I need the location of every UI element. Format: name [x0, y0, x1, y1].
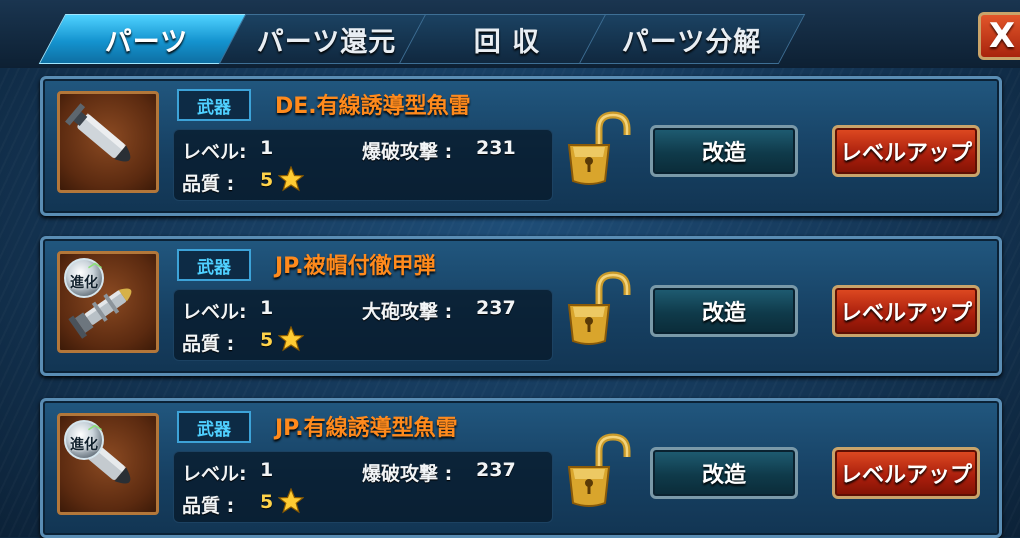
category-badge: 武器	[177, 89, 251, 121]
stats-box: レベル: 1 大砲攻撃 : 237 品質 : 5	[173, 289, 553, 361]
quality-value: 5	[260, 329, 274, 351]
modify-button[interactable]: 改造	[650, 447, 798, 499]
close-button[interactable]: X	[978, 12, 1020, 60]
level-up-label: レベルアップ	[839, 301, 972, 326]
tab-label: 回 収	[473, 26, 541, 58]
level-label: レベル:	[182, 301, 247, 323]
stat-value: 231	[476, 137, 516, 159]
unlocked-padlock-icon[interactable]	[563, 271, 633, 347]
level-up-button[interactable]: レベルアップ	[832, 447, 980, 499]
modify-button[interactable]: 改造	[650, 125, 798, 177]
star-icon	[278, 488, 304, 514]
category-badge: 武器	[177, 249, 251, 281]
tab-bar: パーツ パーツ還元 回 収 パーツ分解 X	[0, 0, 1020, 68]
part-card[interactable]: 進化 ︿ 武器 JP.有線誘導型魚雷 レベル: 1 爆破攻撃 : 237 品質 …	[40, 398, 1002, 538]
part-card[interactable]: 武器 DE.有線誘導型魚雷 レベル: 1 爆破攻撃 : 231 品質 : 5 改…	[40, 76, 1002, 216]
part-thumbnail[interactable]: 進化 ︿	[57, 413, 159, 515]
modify-label: 改造	[701, 463, 746, 488]
level-up-button[interactable]: レベルアップ	[832, 125, 980, 177]
stat-label: 爆破攻撃 :	[362, 463, 453, 485]
level-label: レベル:	[182, 463, 247, 485]
torpedo-icon	[65, 103, 131, 162]
quality-value: 5	[260, 169, 274, 191]
stat-value: 237	[476, 297, 516, 319]
level-value: 1	[260, 459, 274, 481]
level-value: 1	[260, 297, 274, 319]
category-label: 武器	[197, 419, 231, 440]
stats-box: レベル: 1 爆破攻撃 : 231 品質 : 5	[173, 129, 553, 201]
star-icon	[278, 326, 304, 352]
chevron-up-icon: ︿	[88, 255, 102, 271]
modify-label: 改造	[701, 141, 746, 166]
stat-label: 爆破攻撃 :	[362, 141, 453, 163]
level-value: 1	[260, 137, 274, 159]
star-icon	[278, 166, 304, 192]
evolution-label: 進化	[70, 275, 98, 291]
tab-parts-dismantle[interactable]: パーツ分解	[578, 14, 806, 64]
chevron-up-icon: ︿	[88, 417, 102, 433]
quality-value: 5	[260, 491, 274, 513]
tab-label: パーツ還元	[257, 26, 397, 58]
unlocked-padlock-icon[interactable]	[563, 111, 633, 187]
unlocked-padlock-icon[interactable]	[563, 433, 633, 509]
evolution-label: 進化	[70, 437, 98, 453]
level-up-label: レベルアップ	[839, 141, 972, 166]
category-label: 武器	[197, 97, 231, 118]
level-up-label: レベルアップ	[839, 463, 972, 488]
tab-label: パーツ	[105, 26, 189, 58]
tab-label: パーツ分解	[622, 26, 762, 58]
quality-label: 品質 :	[182, 333, 235, 355]
part-name: JP.被帽付徹甲弾	[275, 254, 436, 279]
stat-label: 大砲攻撃 :	[362, 301, 453, 323]
part-thumbnail[interactable]: 進化 ︿	[57, 251, 159, 353]
level-up-button[interactable]: レベルアップ	[832, 285, 980, 337]
part-name: DE.有線誘導型魚雷	[275, 94, 471, 119]
quality-label: 品質 :	[182, 173, 235, 195]
stats-box: レベル: 1 爆破攻撃 : 237 品質 : 5	[173, 451, 553, 523]
modify-button[interactable]: 改造	[650, 285, 798, 337]
quality-label: 品質 :	[182, 495, 235, 517]
category-label: 武器	[197, 257, 231, 278]
part-card[interactable]: 進化 ︿ 武器 JP.被帽付徹甲弾 レベル: 1 大砲攻撃 : 237 品質 :…	[40, 236, 1002, 376]
category-badge: 武器	[177, 411, 251, 443]
part-name: JP.有線誘導型魚雷	[275, 416, 458, 441]
stat-value: 237	[476, 459, 516, 481]
modify-label: 改造	[701, 301, 746, 326]
level-label: レベル:	[182, 141, 247, 163]
close-icon: X	[988, 16, 1016, 56]
part-thumbnail[interactable]	[57, 91, 159, 193]
